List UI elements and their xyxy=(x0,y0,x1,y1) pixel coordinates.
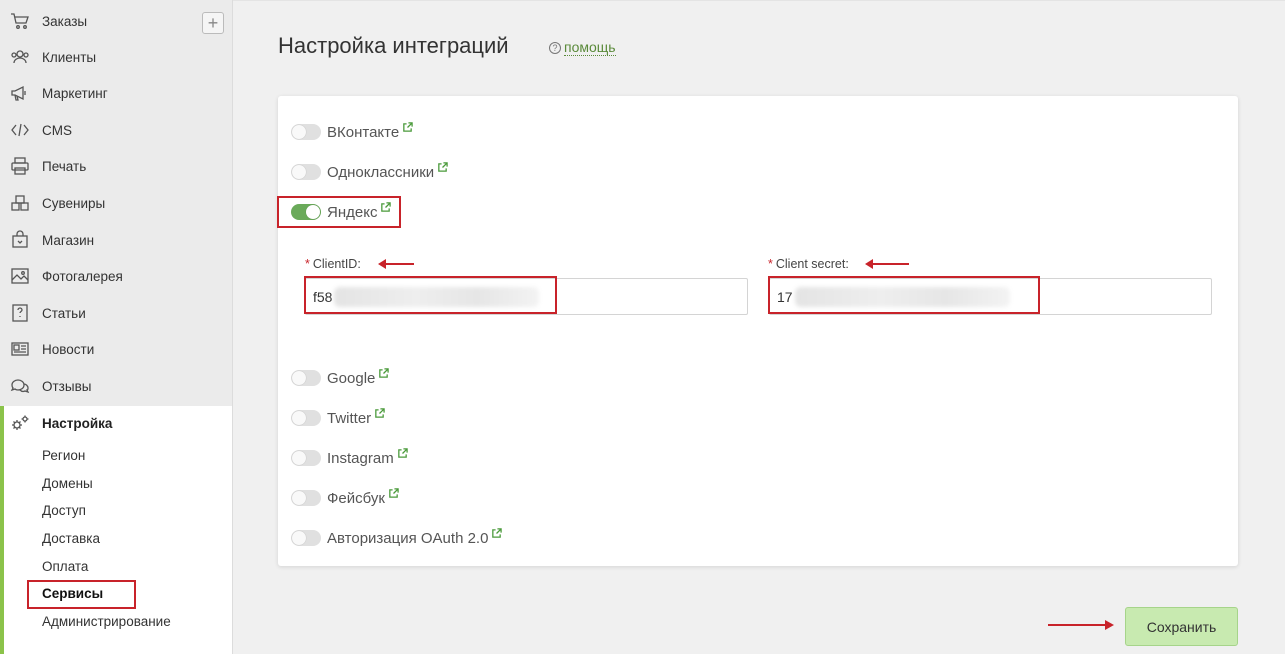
sidebar-item-print[interactable]: Печать xyxy=(0,148,232,184)
submenu-item-access[interactable]: Доступ xyxy=(42,501,86,521)
sidebar-item-gallery[interactable]: Фотогалерея xyxy=(0,258,232,294)
external-link-icon[interactable] xyxy=(437,161,448,173)
external-link-icon[interactable] xyxy=(491,527,503,539)
sidebar-item-reviews[interactable]: Отзывы xyxy=(0,368,232,404)
integration-name: ВКонтакте xyxy=(327,123,400,141)
arrow-left-icon xyxy=(378,259,414,269)
code-icon xyxy=(9,119,31,141)
sidebar-item-marketing[interactable]: Маркетинг xyxy=(0,75,232,111)
client-secret-label: * Client secret: xyxy=(768,257,849,271)
sidebar-item-articles[interactable]: Статьи xyxy=(0,295,232,331)
integration-row-google: Google xyxy=(291,367,390,389)
help-icon: ? xyxy=(549,42,561,54)
external-link-icon[interactable] xyxy=(380,201,392,213)
integration-name: Одноклассники xyxy=(327,163,435,181)
sidebar-item-clients[interactable]: Клиенты xyxy=(0,39,232,75)
client-secret-value: 17 xyxy=(777,288,793,305)
help-label: помощь xyxy=(564,39,616,56)
integration-row-yandex: Яндекс xyxy=(291,201,392,223)
client-id-input[interactable]: f58 xyxy=(305,278,748,315)
toggle-yandex[interactable] xyxy=(291,204,321,220)
client-id-label: * ClientID: xyxy=(305,257,361,271)
sidebar: Заказы + Клиенты Маркетинг CMS Печать Су… xyxy=(0,0,233,654)
sidebar-item-label: Печать xyxy=(42,158,87,174)
toggle-oauth[interactable] xyxy=(291,530,321,546)
required-mark: * xyxy=(305,257,310,271)
users-icon xyxy=(9,46,31,68)
submenu-item-domains[interactable]: Домены xyxy=(42,474,93,494)
sidebar-item-label: CMS xyxy=(42,122,72,138)
sidebar-item-label: Настройка xyxy=(42,415,113,431)
sidebar-item-label: Сувениры xyxy=(42,195,106,211)
help-link[interactable]: ? помощь xyxy=(549,40,616,56)
integration-name: Яндекс xyxy=(327,203,378,221)
article-icon xyxy=(9,302,31,324)
sidebar-item-shop[interactable]: Магазин xyxy=(0,222,232,258)
sidebar-item-orders[interactable]: Заказы + xyxy=(0,3,232,39)
external-link-icon[interactable] xyxy=(402,121,413,133)
printer-icon xyxy=(9,155,31,177)
external-link-icon[interactable] xyxy=(374,407,385,419)
shop-bag-icon xyxy=(9,229,31,251)
sidebar-item-news[interactable]: Новости xyxy=(0,331,232,367)
sidebar-item-label: Новости xyxy=(42,341,95,357)
client-secret-input[interactable]: 17 xyxy=(769,278,1212,315)
boxes-icon xyxy=(9,192,31,214)
sidebar-item-label: Статьи xyxy=(42,305,86,321)
external-link-icon[interactable] xyxy=(388,487,399,499)
toggle-instagram[interactable] xyxy=(291,450,321,466)
integration-row-facebook: Фейсбук xyxy=(291,487,399,509)
sidebar-item-label: Клиенты xyxy=(42,49,97,65)
integration-row-vkontakte: ВКонтакте xyxy=(291,121,413,143)
toggle-google[interactable] xyxy=(291,370,321,386)
submenu-item-payment[interactable]: Оплата xyxy=(42,557,88,577)
integration-row-instagram: Instagram xyxy=(291,447,408,469)
cart-icon xyxy=(9,10,31,32)
sidebar-item-label: Маркетинг xyxy=(42,85,108,101)
sidebar-item-label: Заказы xyxy=(42,13,88,29)
toggle-vkontakte[interactable] xyxy=(291,124,321,140)
external-link-icon[interactable] xyxy=(378,367,390,379)
sidebar-item-label: Магазин xyxy=(42,232,95,248)
save-button[interactable]: Сохранить xyxy=(1125,607,1238,646)
external-link-icon[interactable] xyxy=(397,447,408,459)
client-id-label-text: ClientID: xyxy=(312,257,361,271)
sidebar-item-settings[interactable]: Настройка xyxy=(0,405,232,441)
photo-icon xyxy=(9,265,31,287)
client-id-value: f58 xyxy=(313,288,333,305)
megaphone-icon xyxy=(9,82,31,104)
chat-icon xyxy=(9,375,31,397)
required-mark: * xyxy=(768,257,773,271)
sidebar-item-label: Фотогалерея xyxy=(42,268,123,284)
submenu-item-services[interactable]: Сервисы xyxy=(42,584,103,604)
integration-name: Instagram xyxy=(327,449,394,467)
integration-name: Фейсбук xyxy=(327,489,385,507)
arrow-right-icon xyxy=(1048,620,1114,630)
submenu-item-delivery[interactable]: Доставка xyxy=(42,529,100,549)
toggle-odnoklassniki[interactable] xyxy=(291,164,321,180)
top-divider xyxy=(233,0,1285,1)
sidebar-item-cms[interactable]: CMS xyxy=(0,112,232,148)
sidebar-item-souvenirs[interactable]: Сувениры xyxy=(0,185,232,221)
client-secret-label-text: Client secret: xyxy=(775,257,849,271)
sidebar-item-label: Отзывы xyxy=(42,378,92,394)
add-order-button[interactable]: + xyxy=(202,12,224,34)
redacted-blur xyxy=(334,286,540,307)
gears-icon xyxy=(9,412,31,434)
submenu-item-administration[interactable]: Администрирование xyxy=(42,612,171,632)
integration-row-odnoklassniki: Одноклассники xyxy=(291,161,448,183)
redacted-blur xyxy=(794,286,1010,307)
arrow-left-icon xyxy=(865,259,909,269)
integration-name: Авторизация OAuth 2.0 xyxy=(327,529,489,547)
news-icon xyxy=(9,338,31,360)
page-title: Настройка интеграций xyxy=(278,33,509,58)
submenu-item-region[interactable]: Регион xyxy=(42,446,85,466)
integration-row-oauth: Авторизация OAuth 2.0 xyxy=(291,527,503,549)
integration-row-twitter: Twitter xyxy=(291,407,385,429)
integration-name: Google xyxy=(327,369,376,387)
toggle-twitter[interactable] xyxy=(291,410,321,426)
toggle-facebook[interactable] xyxy=(291,490,321,506)
integration-name: Twitter xyxy=(327,409,372,427)
